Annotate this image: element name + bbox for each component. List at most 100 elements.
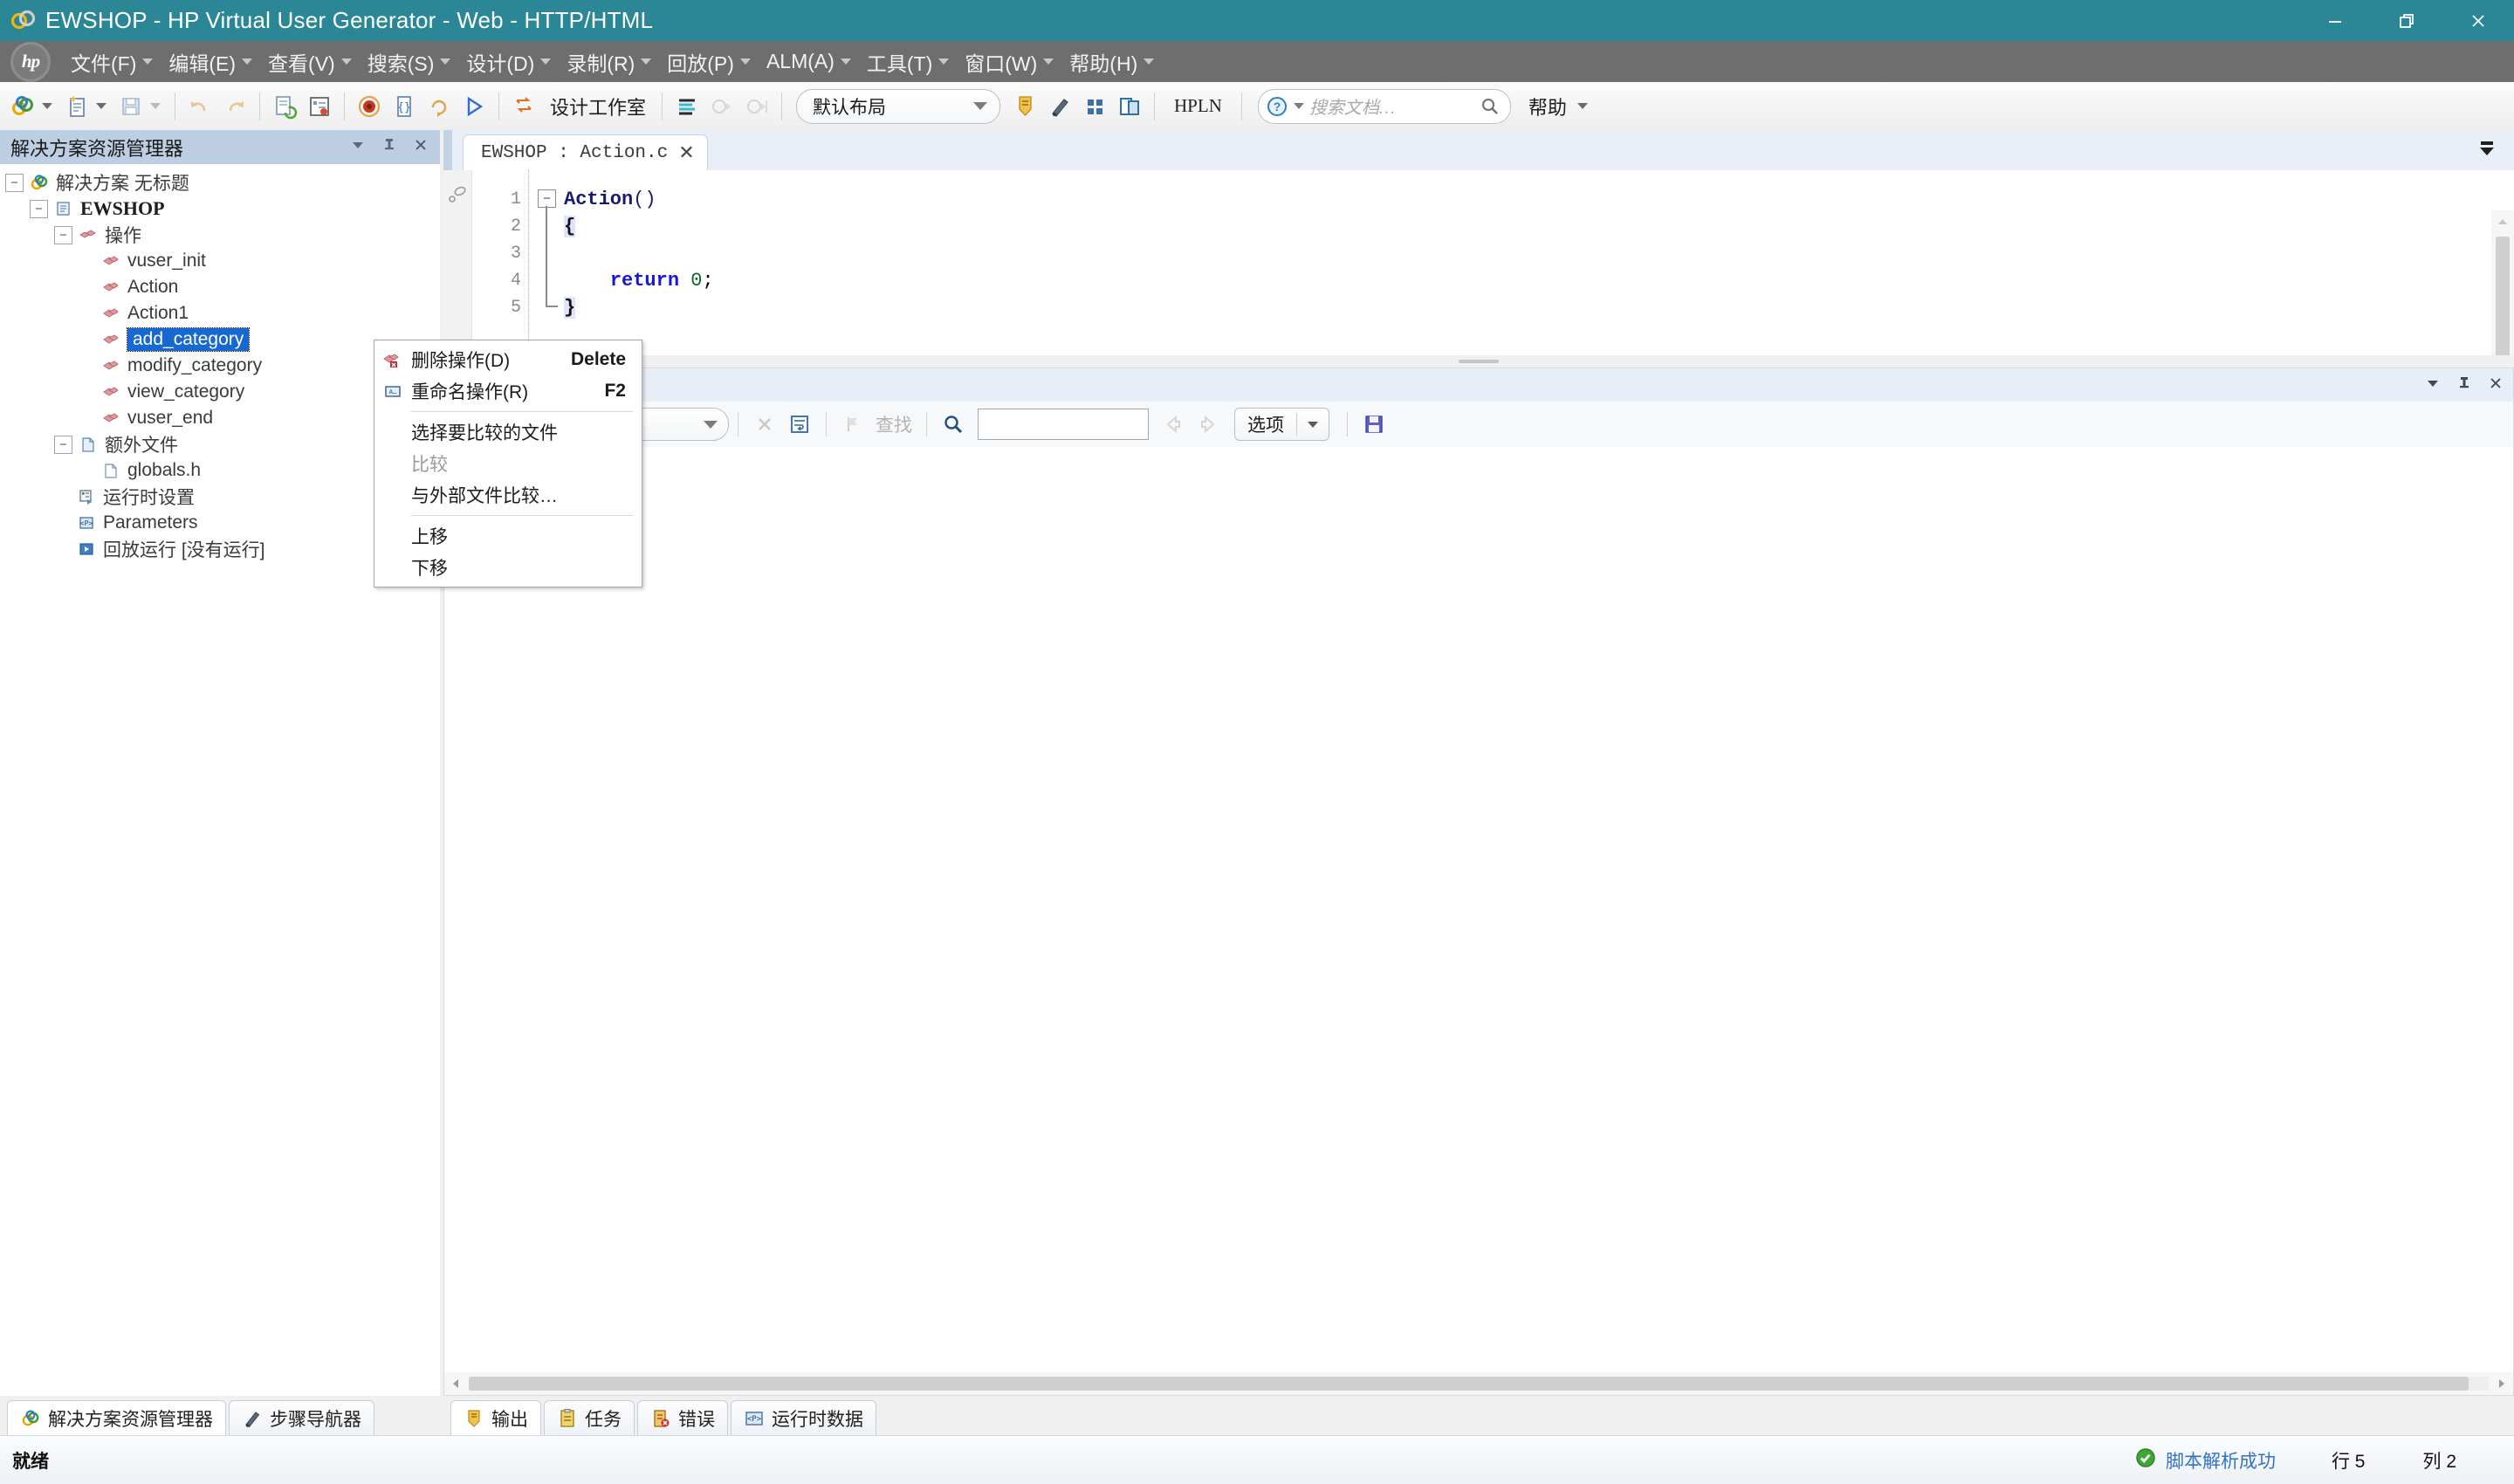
toolbar-separator	[259, 93, 260, 120]
output-search-input[interactable]	[978, 409, 1149, 440]
editor-tab-action-c[interactable]: EWSHOP : Action.c ✕	[463, 134, 708, 170]
save-icon[interactable]	[116, 92, 146, 121]
output-options-button[interactable]: 选项	[1234, 408, 1329, 441]
scrollbar-thumb[interactable]	[2496, 237, 2510, 368]
search-icon[interactable]	[939, 410, 967, 438]
context-menu-item-select-file-to-compare[interactable]: 选择要比较的文件	[374, 416, 642, 448]
search-docs-box[interactable]: ? 搜索文档…	[1258, 89, 1511, 124]
menu-item-record[interactable]: 录制(R)	[559, 41, 659, 82]
close-icon[interactable]	[2487, 374, 2504, 396]
grid-layout-icon[interactable]	[1080, 92, 1109, 121]
window-layout-icon[interactable]	[1115, 92, 1144, 121]
tree-node-vuser-init[interactable]: vuser_init	[5, 248, 440, 274]
dock-tab-solution-explorer[interactable]: 解决方案资源管理器	[7, 1400, 226, 1436]
undo-icon	[185, 92, 215, 121]
pin-icon[interactable]	[2456, 374, 2473, 396]
design-studio-label[interactable]: 设计工作室	[550, 93, 646, 120]
tree-node-solution[interactable]: − 解决方案 无标题	[5, 169, 440, 196]
minimize-button[interactable]	[2299, 0, 2371, 41]
close-icon[interactable]	[412, 136, 429, 158]
scroll-left-icon[interactable]	[444, 1372, 467, 1395]
chevron-down-icon	[540, 58, 551, 65]
pin-icon[interactable]	[381, 136, 398, 158]
save-output-icon[interactable]	[1360, 410, 1388, 438]
menu-item-view[interactable]: 查看(V)	[260, 41, 360, 82]
menu-item-edit[interactable]: 编辑(E)	[161, 41, 260, 82]
svg-text:A…: A…	[389, 388, 396, 395]
horizontal-splitter[interactable]	[443, 355, 2514, 368]
chevron-down-icon[interactable]	[96, 103, 106, 109]
menu-item-file[interactable]: 文件(F)	[63, 41, 161, 82]
menu-item-tools[interactable]: 工具(T)	[859, 41, 957, 82]
status-line-label: 行 5	[2332, 1447, 2366, 1474]
context-menu-label: 比较	[411, 450, 448, 477]
menu-item-window[interactable]: 窗口(W)	[957, 41, 1061, 82]
replay-script-icon[interactable]	[424, 92, 454, 121]
close-button[interactable]	[2442, 0, 2514, 41]
runtime-settings-icon[interactable]	[305, 92, 334, 121]
tree-node-ewshop[interactable]: − EWSHOP	[5, 196, 440, 222]
tree-node-action[interactable]: Action	[5, 274, 440, 300]
transactions-icon[interactable]	[672, 92, 702, 121]
menu-item-help[interactable]: 帮助(H)	[1061, 41, 1162, 82]
step-navigator-icon[interactable]	[1045, 92, 1075, 121]
record-icon[interactable]	[354, 92, 384, 121]
chevron-down-icon[interactable]	[1297, 416, 1329, 432]
compile-icon[interactable]: {}	[389, 92, 419, 121]
panel-menu-icon[interactable]	[2424, 374, 2442, 396]
new-script-icon[interactable]	[62, 92, 92, 121]
menu-item-design[interactable]: 设计(D)	[458, 41, 559, 82]
dock-tab-errors[interactable]: 错误	[637, 1400, 728, 1436]
context-menu-item-delete-action[interactable]: 删除操作(D) Delete	[374, 344, 642, 375]
tree-label: 额外文件	[105, 431, 178, 457]
expander-icon[interactable]: −	[54, 436, 72, 454]
expander-icon[interactable]: −	[30, 200, 48, 218]
close-icon[interactable]: ✕	[678, 143, 694, 162]
toolbar-separator	[826, 412, 827, 436]
design-studio-icon[interactable]	[509, 92, 539, 121]
dock-tab-step-navigator[interactable]: 步骤导航器	[229, 1400, 374, 1436]
output-panel-icon[interactable]	[1010, 92, 1040, 121]
scrollbar-thumb[interactable]	[469, 1377, 2469, 1391]
chevron-down-icon[interactable]	[42, 103, 52, 109]
menu-item-replay[interactable]: 回放(P)	[659, 41, 759, 82]
hpln-label[interactable]: HPLN	[1174, 95, 1222, 117]
context-menu-item-rename-action[interactable]: A… 重命名操作(R) F2	[374, 375, 642, 407]
scroll-right-icon[interactable]	[2490, 1372, 2513, 1395]
collapse-editor-icon[interactable]	[2474, 138, 2500, 165]
expander-icon[interactable]: −	[5, 174, 24, 192]
new-solution-icon[interactable]	[8, 92, 38, 121]
output-horizontal-scrollbar[interactable]	[444, 1372, 2513, 1395]
context-menu-item-move-down[interactable]: 下移	[374, 552, 642, 583]
action-icon	[101, 409, 120, 428]
tasks-icon	[557, 1408, 578, 1429]
context-menu-item-move-up[interactable]: 上移	[374, 520, 642, 552]
toolbar-separator	[662, 93, 663, 120]
scroll-up-icon[interactable]	[2491, 210, 2514, 233]
regenerate-script-icon[interactable]	[270, 92, 299, 121]
tree-node-action1[interactable]: Action1	[5, 300, 440, 326]
menu-item-search[interactable]: 搜索(S)	[360, 41, 459, 82]
run-icon[interactable]	[459, 92, 489, 121]
chevron-down-icon[interactable]	[150, 103, 161, 109]
chevron-down-icon	[1294, 103, 1304, 109]
layout-combo[interactable]: 默认布局	[796, 89, 1000, 124]
word-wrap-icon[interactable]	[786, 410, 814, 438]
action-icon	[101, 382, 120, 402]
scrollbar-track[interactable]	[469, 1377, 2489, 1391]
fold-collapse-icon[interactable]: −	[538, 189, 556, 208]
start-transaction-icon	[707, 92, 737, 121]
restore-button[interactable]	[2371, 0, 2442, 41]
expander-icon[interactable]: −	[54, 226, 72, 244]
help-menu-label[interactable]: 帮助	[1528, 93, 1567, 120]
tree-node-actions[interactable]: − 操作	[5, 222, 440, 248]
dock-tab-tasks[interactable]: 任务	[544, 1400, 635, 1436]
chevron-down-icon[interactable]	[1577, 103, 1588, 109]
panel-menu-icon[interactable]	[349, 136, 367, 158]
dock-tab-output[interactable]: 输出	[450, 1400, 541, 1436]
dock-tab-runtime-data[interactable]: <P> 运行时数据	[731, 1400, 876, 1436]
context-menu-item-compare-with-external-file[interactable]: 与外部文件比较…	[374, 479, 642, 511]
output-content[interactable]	[444, 447, 2513, 1372]
splitter-grip[interactable]	[1459, 360, 1499, 363]
menu-item-alm[interactable]: ALM(A)	[759, 41, 859, 82]
